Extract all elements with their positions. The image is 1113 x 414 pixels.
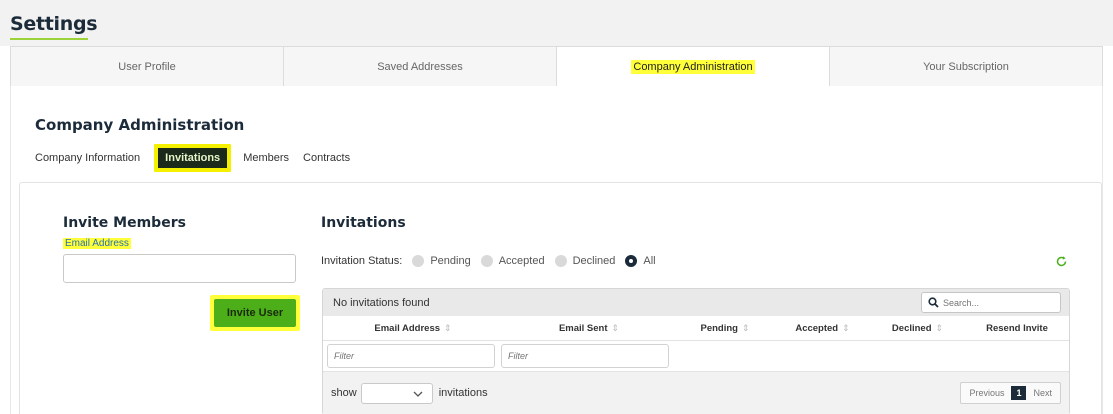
radio-label: Accepted xyxy=(498,255,545,267)
email-address-input[interactable] xyxy=(63,254,296,283)
radio-dot-checked xyxy=(625,255,638,267)
tab-content: Company Administration Company Informati… xyxy=(10,86,1103,414)
tab-company-administration[interactable]: Company Administration xyxy=(557,47,830,86)
current-page-button[interactable]: 1 xyxy=(1011,386,1027,400)
invitation-status-filter: Invitation Status: Pending Accepted Decl… xyxy=(321,253,666,269)
radio-label: All xyxy=(643,255,656,267)
subtab-contracts[interactable]: Contracts xyxy=(303,152,350,164)
subtab-members[interactable]: Members xyxy=(243,152,289,164)
column-header-accepted[interactable]: Accepted ⇕ xyxy=(775,323,870,334)
sort-icon: ⇕ xyxy=(741,322,750,333)
radio-dot xyxy=(412,255,425,267)
column-header-label: Declined xyxy=(891,322,932,334)
settings-tabs: User Profile Saved Addresses Company Adm… xyxy=(10,46,1103,86)
invitations-grid: No invitations found Email Address⇕ Emai… xyxy=(322,288,1070,414)
title-underline xyxy=(10,38,88,40)
column-header-label: Email Sent xyxy=(558,322,608,334)
previous-page-button[interactable]: Previous xyxy=(965,388,1008,398)
radio-declined[interactable]: Declined xyxy=(554,255,616,267)
invitations-title: Invitations xyxy=(321,215,406,231)
sort-icon: ⇕ xyxy=(444,322,452,333)
invitations-suffix-label: invitations xyxy=(438,387,488,399)
email-address-filter[interactable] xyxy=(327,344,495,368)
column-header-label: Accepted xyxy=(795,322,839,334)
empty-message: No invitations found xyxy=(333,296,430,309)
page-title: Settings xyxy=(10,13,98,35)
sort-icon: ⇕ xyxy=(611,322,620,333)
filter-row xyxy=(323,341,1069,372)
invite-user-button[interactable]: Invite User xyxy=(214,299,296,327)
sort-icon: ⇕ xyxy=(935,322,944,333)
column-header-label: Resend Invite xyxy=(986,322,1048,334)
column-header-email-address[interactable]: Email Address ⇕ xyxy=(323,323,503,334)
pagination: Previous 1 Next xyxy=(960,382,1061,404)
section-title: Company Administration xyxy=(35,116,245,134)
tab-label: Saved Addresses xyxy=(377,60,463,73)
tab-saved-addresses[interactable]: Saved Addresses xyxy=(284,47,557,86)
radio-label: Declined xyxy=(572,255,616,267)
subtab-company-information[interactable]: Company Information xyxy=(35,152,140,164)
subtab-invitations[interactable]: Invitations xyxy=(154,144,232,172)
column-header-pending[interactable]: Pending ⇕ xyxy=(675,323,775,334)
email-sent-filter[interactable] xyxy=(501,344,669,368)
radio-pending[interactable]: Pending xyxy=(412,255,471,267)
grid-header-row: Email Address ⇕ Email Sent ⇕ Pending ⇕ Acce… xyxy=(323,316,1069,341)
tab-label: Company Administration xyxy=(631,59,755,74)
page-size-select[interactable] xyxy=(360,382,433,404)
top-bar: Settings xyxy=(0,0,1113,46)
tab-your-subscription[interactable]: Your Subscription xyxy=(830,47,1102,86)
email-address-label: Email Address xyxy=(63,238,131,249)
company-admin-subtabs: Company Information Invitations Members … xyxy=(35,142,364,174)
column-header-label: Pending xyxy=(700,322,738,334)
grid-search[interactable] xyxy=(921,292,1061,313)
invite-button-highlight: Invite User xyxy=(210,295,300,331)
sort-icon: ⇕ xyxy=(842,322,850,333)
tab-label: User Profile xyxy=(118,60,176,73)
tab-user-profile[interactable]: User Profile xyxy=(11,47,284,86)
invitations-panel: Invite Members Email Address Invite User… xyxy=(19,182,1102,414)
show-label: show xyxy=(331,387,357,399)
grid-toolbar: No invitations found xyxy=(323,289,1069,316)
column-header-declined[interactable]: Declined ⇕ xyxy=(870,323,965,334)
radio-all[interactable]: All xyxy=(625,255,656,267)
column-header-resend-invite: Resend Invite xyxy=(965,323,1069,334)
column-header-label: Email Address xyxy=(374,322,441,334)
column-header-email-sent[interactable]: Email Sent ⇕ xyxy=(503,323,675,334)
radio-dot xyxy=(554,255,567,267)
radio-label: Pending xyxy=(430,255,471,267)
search-input[interactable] xyxy=(943,297,1053,308)
invitation-status-label: Invitation Status: xyxy=(321,255,403,267)
next-page-button[interactable]: Next xyxy=(1029,388,1056,398)
radio-accepted[interactable]: Accepted xyxy=(480,255,545,267)
search-icon xyxy=(928,297,939,308)
chevron-down-icon xyxy=(413,391,423,397)
tab-label: Your Subscription xyxy=(923,60,1009,73)
grid-footer: show invitations Previous 1 Next xyxy=(323,372,1069,414)
subtab-label: Invitations xyxy=(158,148,228,168)
invite-members-title: Invite Members xyxy=(63,215,186,231)
radio-dot xyxy=(480,255,493,267)
refresh-icon[interactable] xyxy=(1055,255,1068,268)
